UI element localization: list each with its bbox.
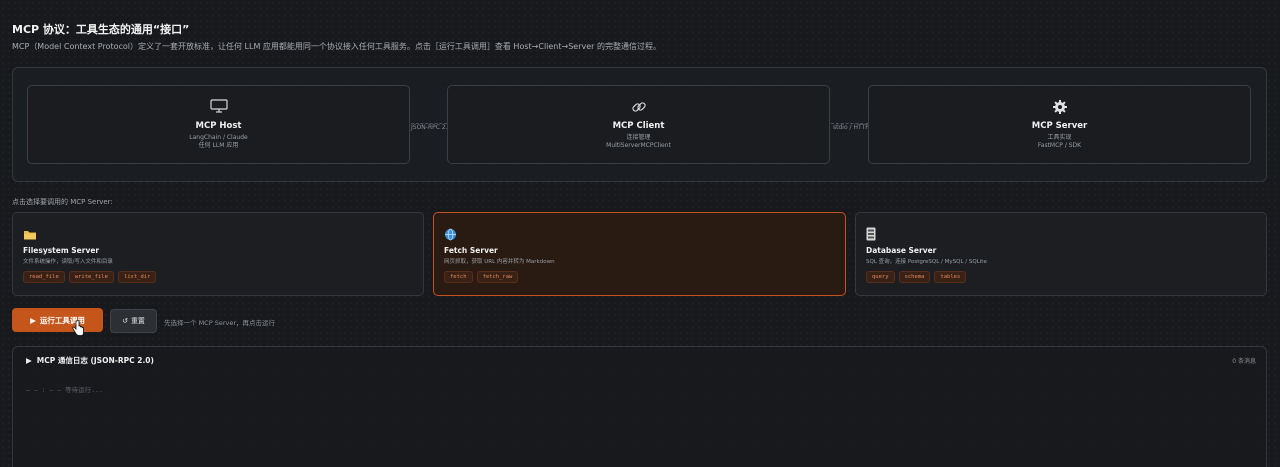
play-icon: ▶ [30, 315, 36, 325]
gear-icon [869, 99, 1250, 115]
hand-cursor-icon [72, 319, 84, 340]
node-mcp-server: MCP Server 工具实现 FastMCP / SDK [868, 85, 1251, 164]
database-icon [866, 226, 1256, 241]
server-desc: 网页抓取，获取 URL 内容并转为 Markdown [444, 259, 555, 265]
run-hint: 先选择一个 MCP Server，再点击运行 [164, 319, 276, 327]
server-desc: 文件系统操作，读取/写入文件和目录 [23, 259, 113, 265]
tool-tag: schema [898, 271, 931, 283]
connector-label: stdio / HTTP [833, 124, 869, 131]
node-desc: MultiServerMCPClient [606, 142, 671, 149]
node-mcp-client: MCP Client 连接管理 MultiServerMCPClient [447, 85, 830, 164]
globe-icon [444, 226, 835, 241]
node-desc: LangChain / Claude [189, 134, 248, 141]
server-card-filesystem[interactable]: Filesystem Server 文件系统操作，读取/写入文件和目录 read… [12, 212, 424, 296]
server-card-fetch[interactable]: Fetch Server 网页抓取，获取 URL 内容并转为 Markdown … [433, 212, 846, 296]
monitor-icon [28, 99, 409, 115]
run-tool-call-button[interactable]: ▶ 运行工具调用 [12, 308, 103, 332]
log-title: MCP 通信日志 (JSON-RPC 2.0) [36, 356, 154, 365]
server-name: Database Server [866, 246, 937, 255]
node-desc: 任何 LLM 应用 [198, 142, 239, 149]
log-panel: ▶ MCP 通信日志 (JSON-RPC 2.0) 0 条消息 — — : — … [12, 346, 1267, 467]
folder-icon [23, 226, 413, 240]
log-empty-state: — — : — — 等待运行... [26, 386, 103, 394]
node-name: MCP Host [195, 121, 242, 131]
architecture-panel: MCP Host LangChain / Claude 任何 LLM 应用 JS… [12, 67, 1267, 182]
page-title: MCP 协议：工具生态的通用“接口” [12, 23, 190, 36]
page-subtitle: MCP（Model Context Protocol）定义了一套开放标准，让任何… [12, 42, 661, 51]
tool-tag: list_dir [117, 271, 157, 283]
tool-tag: query [866, 271, 895, 283]
log-toggle[interactable]: ▶ MCP 通信日志 (JSON-RPC 2.0) [26, 355, 154, 366]
triangle-right-icon: ▶ [26, 356, 32, 365]
tool-tag: write_file [68, 271, 114, 283]
node-desc: 工具实现 [1047, 134, 1072, 141]
reset-button-label: 重置 [130, 317, 145, 325]
node-mcp-host: MCP Host LangChain / Claude 任何 LLM 应用 [27, 85, 410, 164]
server-desc: SQL 查询，连接 PostgreSQL / MySQL / SQLite [866, 259, 987, 265]
server-card-database[interactable]: Database Server SQL 查询，连接 PostgreSQL / M… [855, 212, 1267, 296]
connector-label: JSON-RPC 2.0 [411, 124, 452, 131]
tool-tag: tables [934, 271, 967, 283]
server-name: Fetch Server [444, 246, 498, 255]
node-desc: FastMCP / SDK [1037, 142, 1082, 149]
reset-button[interactable]: ↺ 重置 [110, 309, 157, 333]
tool-tag: fetch [444, 271, 473, 283]
node-name: MCP Server [1031, 121, 1088, 131]
link-icon [448, 99, 829, 115]
node-name: MCP Client [612, 121, 665, 131]
tool-tag: fetch_raw [476, 271, 519, 283]
node-desc: 连接管理 [626, 134, 651, 141]
log-message-count: 0 条消息 [1232, 358, 1256, 365]
server-name: Filesystem Server [23, 246, 100, 255]
tool-tag: read_file [23, 271, 65, 283]
server-picker-label: 点击选择要调用的 MCP Server: [12, 198, 113, 206]
reset-icon: ↺ [122, 317, 128, 325]
